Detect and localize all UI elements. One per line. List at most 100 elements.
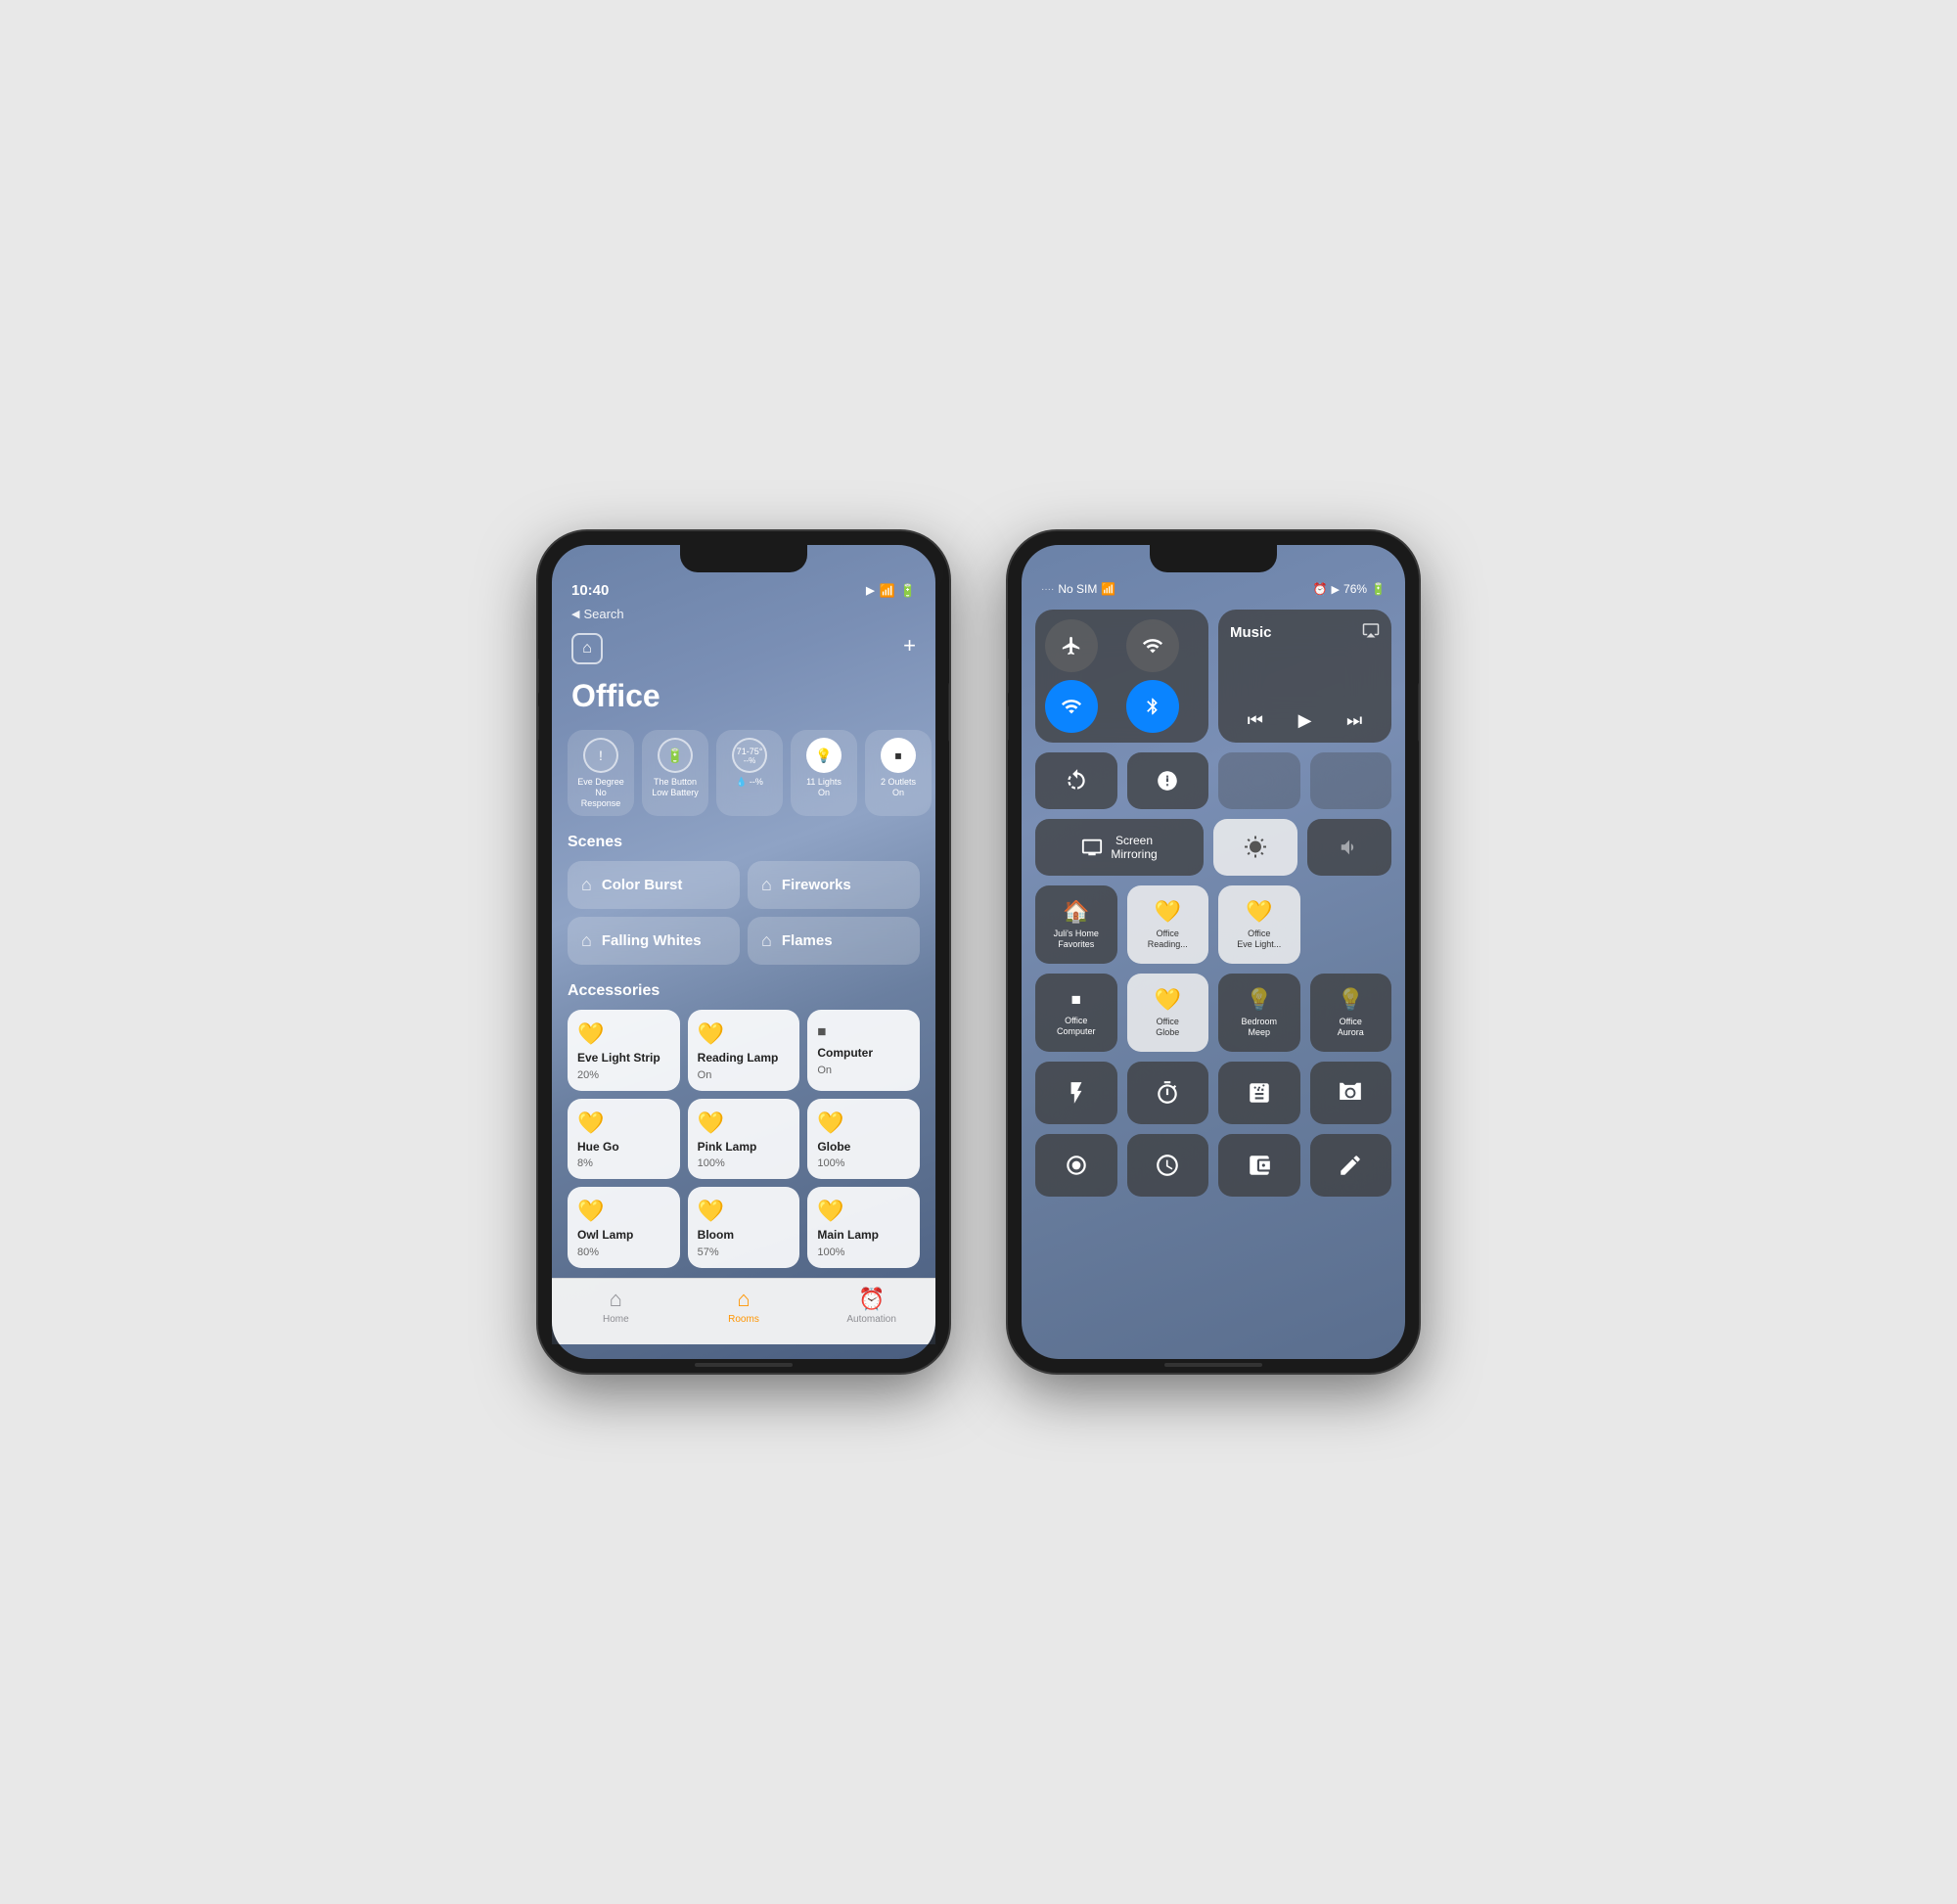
tab-home[interactable]: ⌂ Home: [586, 1287, 645, 1325]
accessory-hue-go[interactable]: 💛 Hue Go 8%: [568, 1099, 680, 1179]
right-home-indicator[interactable]: [1164, 1363, 1262, 1367]
office-reading-label: OfficeReading...: [1148, 929, 1188, 950]
scene-label-1: Fireworks: [782, 877, 851, 893]
accessory-eve-light-strip[interactable]: 💛 Eve Light Strip 20%: [568, 1010, 680, 1090]
office-computer-icon: ⏹: [1071, 989, 1081, 1012]
scene-falling-whites[interactable]: ⌂ Falling Whites: [568, 917, 740, 965]
cc-wallet-btn[interactable]: [1218, 1134, 1300, 1197]
status-icons: ▶ 📶 🔋: [866, 583, 916, 599]
cc-wifi-btn[interactable]: [1045, 680, 1098, 733]
tab-automation[interactable]: ⏰ Automation: [842, 1287, 901, 1325]
battery-low-icon: 🔋: [658, 738, 693, 773]
accessories-grid: 💛 Eve Light Strip 20% 💛 Reading Lamp On …: [552, 1010, 935, 1277]
accessory-globe[interactable]: 💛 Globe 100%: [807, 1099, 920, 1179]
home-indicator[interactable]: [695, 1363, 793, 1367]
tab-rooms[interactable]: ⌂ Rooms: [714, 1287, 773, 1325]
cc-dnd-btn[interactable]: [1127, 752, 1209, 809]
cc-airplay-icon[interactable]: [1362, 621, 1380, 644]
right-phone: ···· No SIM 📶 ⏰ ▶ 76% 🔋: [1008, 531, 1419, 1373]
accessory-pink-lamp[interactable]: 💛 Pink Lamp 100%: [688, 1099, 800, 1179]
cc-office-globe-btn[interactable]: 💛 OfficeGlobe: [1127, 974, 1209, 1052]
accessory-main-lamp[interactable]: 💛 Main Lamp 100%: [807, 1187, 920, 1267]
scene-icon-0: ⌂: [581, 875, 592, 895]
tab-home-icon: ⌂: [610, 1287, 622, 1312]
add-button[interactable]: +: [903, 633, 916, 658]
eve-degree-label: Eve DegreeNo Response: [577, 777, 624, 808]
cc-office-reading-btn[interactable]: 💛 OfficeReading...: [1127, 885, 1209, 964]
back-label[interactable]: Search: [583, 607, 623, 621]
cc-screen-mirroring-btn[interactable]: ScreenMirroring: [1035, 819, 1204, 876]
cc-airplane-btn[interactable]: [1045, 619, 1098, 672]
cc-notes-btn[interactable]: [1310, 1134, 1392, 1197]
office-eve-icon: 💛: [1246, 899, 1272, 925]
cc-clock-btn[interactable]: [1127, 1134, 1209, 1197]
light-icon-3: 💛: [577, 1111, 670, 1136]
cc-app-shortcuts-row2: [1035, 1134, 1391, 1197]
cc-volume-btn[interactable]: [1307, 819, 1391, 876]
acc-status-1: On: [698, 1069, 791, 1081]
back-nav[interactable]: Search: [552, 605, 935, 629]
status-tile-outlets[interactable]: ⏹ 2 OutletsOn: [865, 730, 932, 816]
cc-empty-btn-2[interactable]: [1310, 752, 1392, 809]
julis-home-label: Juli's HomeFavorites: [1054, 929, 1099, 950]
light-icon-4: 💛: [698, 1111, 791, 1136]
accessory-computer[interactable]: ⏹ Computer On: [807, 1010, 920, 1090]
outlets-label: 2 OutletsOn: [881, 777, 916, 798]
cc-calculator-btn[interactable]: [1218, 1062, 1300, 1124]
vol-up-button[interactable]: [538, 658, 539, 694]
cc-play-btn[interactable]: ▶: [1298, 710, 1312, 731]
scene-label-2: Falling Whites: [602, 932, 702, 949]
cc-carrier: ···· No SIM 📶: [1041, 582, 1115, 596]
power-button[interactable]: [948, 683, 949, 742]
cc-office-aurora-btn[interactable]: 💡 OfficeAurora: [1310, 974, 1392, 1052]
tab-home-label: Home: [603, 1314, 629, 1325]
status-tile-lights[interactable]: 💡 11 LightsOn: [791, 730, 857, 816]
cc-bedroom-meep-btn[interactable]: 💡 BedroomMeep: [1218, 974, 1300, 1052]
cc-timer-btn[interactable]: [1127, 1062, 1209, 1124]
scene-fireworks[interactable]: ⌂ Fireworks: [748, 861, 920, 909]
eve-degree-icon: !: [583, 738, 618, 773]
cc-bluetooth-btn[interactable]: [1126, 680, 1179, 733]
cc-office-computer-btn[interactable]: ⏹ OfficeComputer: [1035, 974, 1117, 1052]
accessory-reading-lamp[interactable]: 💛 Reading Lamp On: [688, 1010, 800, 1090]
cc-prev-btn[interactable]: ⏮: [1248, 710, 1263, 731]
cc-empty-btn-1[interactable]: [1218, 752, 1300, 809]
cc-brightness-btn[interactable]: [1213, 819, 1297, 876]
acc-status-2: On: [817, 1065, 910, 1076]
acc-status-0: 20%: [577, 1069, 670, 1081]
cc-flashlight-btn[interactable]: [1035, 1062, 1117, 1124]
scene-icon-1: ⌂: [761, 875, 772, 895]
cc-cellular-btn[interactable]: [1126, 619, 1179, 672]
cc-office-eve-btn[interactable]: 💛 OfficeEve Light...: [1218, 885, 1300, 964]
accessory-bloom[interactable]: 💛 Bloom 57%: [688, 1187, 800, 1267]
office-reading-icon: 💛: [1155, 899, 1181, 925]
office-globe-icon: 💛: [1155, 987, 1181, 1013]
cc-music-panel[interactable]: Music ⏮ ▶ ⏭: [1218, 610, 1391, 743]
julis-home-icon: 🏠: [1063, 899, 1089, 925]
cc-camera-btn[interactable]: [1310, 1062, 1392, 1124]
bedroom-meep-label: BedroomMeep: [1241, 1017, 1277, 1038]
cc-rotation-lock-btn[interactable]: [1035, 752, 1117, 809]
cc-julis-home-btn[interactable]: 🏠 Juli's HomeFavorites: [1035, 885, 1117, 964]
right-vol-down[interactable]: [1008, 705, 1009, 741]
status-tile-button[interactable]: 🔋 The ButtonLow Battery: [642, 730, 708, 816]
acc-name-0: Eve Light Strip: [577, 1051, 670, 1065]
right-power-btn[interactable]: [1418, 683, 1419, 742]
cc-music-top: Music: [1230, 621, 1380, 644]
vol-down-button[interactable]: [538, 705, 539, 741]
office-aurora-label: OfficeAurora: [1338, 1017, 1364, 1038]
location-icon: ▶: [866, 584, 874, 597]
accessory-owl-lamp[interactable]: 💛 Owl Lamp 80%: [568, 1187, 680, 1267]
cc-next-btn[interactable]: ⏭: [1346, 710, 1362, 731]
acc-name-8: Main Lamp: [817, 1228, 910, 1242]
status-tile-eve-degree[interactable]: ! Eve DegreeNo Response: [568, 730, 634, 816]
carrier-label: No SIM: [1058, 582, 1097, 596]
scene-color-burst[interactable]: ⌂ Color Burst: [568, 861, 740, 909]
cc-home-tiles-row2: ⏹ OfficeComputer 💛 OfficeGlobe 💡 Bedroom…: [1035, 974, 1391, 1052]
cc-record-btn[interactable]: [1035, 1134, 1117, 1197]
right-vol-up[interactable]: [1008, 658, 1009, 694]
left-phone-screen: 10:40 ▶ 📶 🔋 Search ⌂ + Office: [552, 545, 935, 1359]
scene-flames[interactable]: ⌂ Flames: [748, 917, 920, 965]
status-tile-temp[interactable]: 71-75°--% 💧 --%: [716, 730, 783, 816]
home-icon-button[interactable]: ⌂: [571, 633, 603, 664]
